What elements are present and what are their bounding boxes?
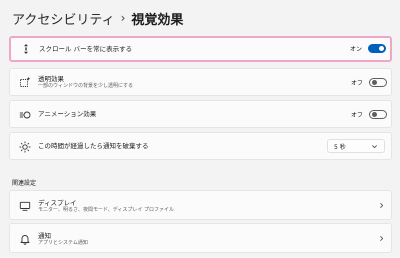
animation-icon: [19, 109, 31, 121]
setting-text: 透明効果 一部のウィンドウの背景を少し透明にする: [38, 72, 133, 92]
toggle-knob: [372, 80, 377, 85]
breadcrumb-separator: ›: [120, 11, 126, 25]
scrollbars-toggle[interactable]: [368, 44, 386, 53]
dropdown-selected-value: 5 秒: [334, 143, 346, 151]
setting-title: 透明効果: [38, 74, 64, 83]
toggle-knob: [379, 46, 384, 51]
setting-dismiss-notifications-after: この時間が経過したら通知を破棄する 5 秒: [9, 132, 392, 160]
notification-duration-dropdown[interactable]: 5 秒: [327, 139, 385, 153]
setting-title: 通知: [38, 231, 51, 240]
bell-icon: [19, 233, 31, 245]
chevron-down-icon: [372, 144, 377, 148]
related-settings-heading: 関連設定: [12, 180, 37, 187]
related-display-link[interactable]: ディスプレイ モニター、明るさ、夜間モード、ディスプレイ プロファイル: [9, 190, 392, 220]
setting-title: この時間が経過したら通知を破棄する: [38, 142, 149, 150]
scrollbar-icon: [20, 43, 32, 55]
display-icon: [19, 200, 31, 212]
setting-scrollbars-always-show[interactable]: スクロール バーを常に表示する オン: [9, 36, 392, 62]
setting-text: スクロール バーを常に表示する: [39, 38, 132, 60]
chevron-right-icon: [380, 236, 384, 241]
setting-text: アニメーション効果: [38, 101, 96, 127]
toggle-state-label: オン: [349, 46, 362, 53]
chevron-right-icon: [380, 203, 384, 208]
transparency-toggle[interactable]: [369, 78, 387, 87]
notification-timer-icon: [19, 141, 31, 153]
setting-animation-effects[interactable]: アニメーション効果 オフ: [9, 100, 392, 128]
setting-transparency-effects[interactable]: 透明効果 一部のウィンドウの背景を少し透明にする オフ: [9, 68, 392, 96]
setting-text: 通知 アプリとシステム通知: [38, 229, 88, 249]
setting-text: この時間が経過したら通知を破棄する: [38, 133, 149, 159]
animation-toggle[interactable]: [369, 110, 387, 119]
related-notifications-link[interactable]: 通知 アプリとシステム通知: [9, 223, 392, 253]
setting-text: ディスプレイ モニター、明るさ、夜間モード、ディスプレイ プロファイル: [38, 196, 174, 216]
page-title: 視覚効果: [131, 12, 184, 28]
setting-title: スクロール バーを常に表示する: [39, 45, 133, 53]
setting-title: ディスプレイ: [38, 198, 77, 207]
setting-subtitle: 一部のウィンドウの背景を少し透明にする: [38, 82, 134, 89]
toggle-group: オフ: [351, 78, 387, 87]
toggle-knob: [372, 112, 377, 117]
toggle-state-label: オフ: [350, 80, 363, 87]
setting-subtitle: モニター、明るさ、夜間モード、ディスプレイ プロファイル: [38, 206, 174, 213]
breadcrumb-parent-link[interactable]: アクセシビリティ: [12, 9, 115, 28]
transparency-icon: [19, 76, 31, 88]
setting-title: アニメーション効果: [38, 110, 97, 118]
breadcrumb: アクセシビリティ › 視覚効果: [12, 8, 183, 28]
setting-subtitle: アプリとシステム通知: [38, 239, 88, 246]
toggle-group: オン: [350, 44, 386, 53]
toggle-group: オフ: [351, 110, 387, 119]
toggle-state-label: オフ: [350, 112, 363, 119]
